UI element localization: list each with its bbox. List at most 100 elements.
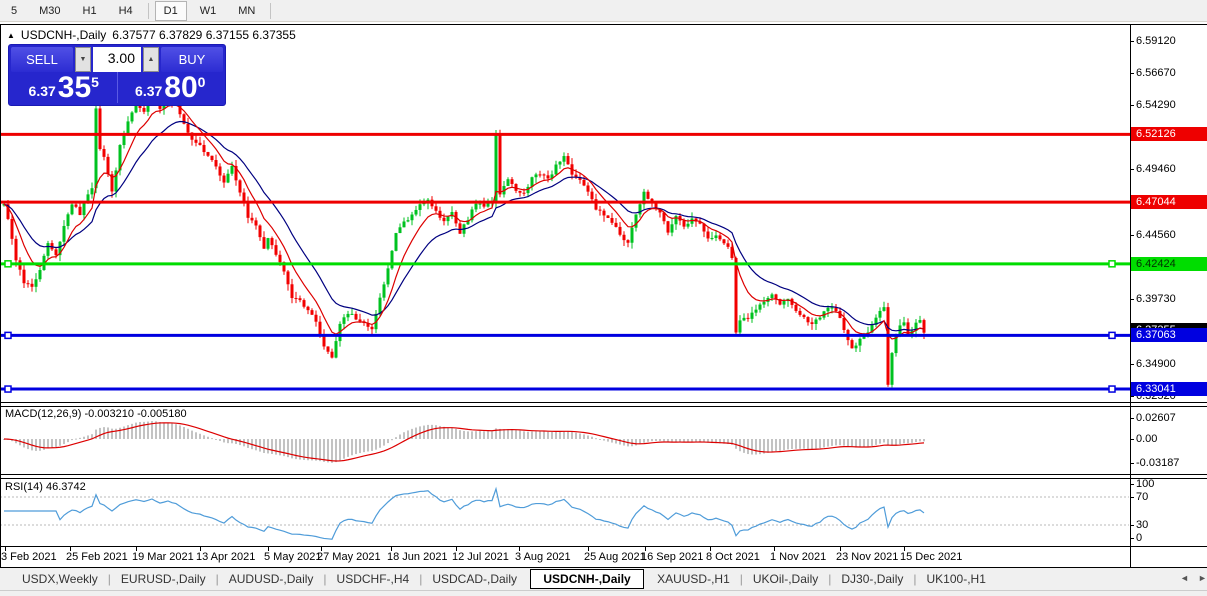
date-axis-label: 1 Nov 2021: [770, 551, 826, 563]
rsi-axis-tick-mark: [1130, 497, 1134, 498]
price-axis-tick: 6.49460: [1136, 163, 1206, 176]
chart-tab-USDCNH-Daily[interactable]: USDCNH-,Daily: [530, 569, 643, 589]
price-axis-tick: 6.54290: [1136, 99, 1206, 112]
date-axis-label: 15 Dec 2021: [900, 551, 962, 563]
buy-price-big-digits: 80: [164, 74, 197, 102]
volume-input[interactable]: 3.00: [93, 47, 141, 72]
rsi-axis-tick-mark: [1130, 538, 1134, 539]
chart-tab-USDX-Weekly[interactable]: USDX,Weekly: [12, 569, 108, 589]
one-click-trade-panel: SELL ▼ 3.00 ▲ BUY 6.37 35 5 6.37 80 0: [8, 44, 226, 106]
price-axis-tick: 6.59120: [1136, 35, 1206, 48]
price-axis-tick: 6.56670: [1136, 67, 1206, 80]
macd-indicator-label: MACD(12,26,9) -0.003210 -0.005180: [5, 408, 187, 420]
price-axis-tick-mark: [1130, 41, 1134, 42]
price-axis-tick: 6.34900: [1136, 358, 1206, 371]
buy-button[interactable]: BUY: [161, 47, 223, 72]
price-axis-tick: 6.39730: [1136, 293, 1206, 306]
macd-panel-bottom-border: [0, 474, 1207, 475]
chart-tab-AUDUSD-Daily[interactable]: AUDUSD-,Daily: [219, 569, 324, 589]
date-axis-label: 19 Mar 2021: [132, 551, 194, 563]
macd-axis-tick-mark: [1130, 439, 1134, 440]
volume-decrease-button[interactable]: ▼: [75, 47, 91, 72]
toolbar-separator: [148, 3, 149, 19]
timeframe-button-H1[interactable]: H1: [74, 1, 106, 21]
date-axis-label: 18 Jun 2021: [387, 551, 448, 563]
collapse-triangle-icon[interactable]: ▲: [7, 31, 15, 40]
price-axis-tick: 6.44560: [1136, 229, 1206, 242]
date-axis-label: 3 Aug 2021: [515, 551, 571, 563]
timeframe-toolbar: 5M30H1H4 D1W1MN: [0, 0, 1207, 22]
rsi-axis-tick: 30: [1136, 519, 1206, 532]
tab-scroll-left-icon[interactable]: ◄: [1180, 573, 1189, 583]
price-axis-tick-mark: [1130, 299, 1134, 300]
chart-ohlc-values: 6.37577 6.37829 6.37155 6.37355: [112, 28, 296, 42]
sell-price-quote[interactable]: 6.37 35 5: [11, 72, 118, 103]
chart-window-top-border: [0, 24, 1207, 25]
timeframe-button-W1[interactable]: W1: [191, 1, 226, 21]
spin-up-icon: ▲: [148, 56, 155, 63]
spin-down-icon: ▼: [80, 56, 87, 63]
price-level-label[interactable]: 6.33041: [1131, 382, 1207, 396]
chart-symbol-period: USDCNH-,Daily: [21, 28, 106, 42]
date-axis-label: 25 Feb 2021: [66, 551, 128, 563]
rsi-axis-tick: 70: [1136, 491, 1206, 504]
buy-price-quote[interactable]: 6.37 80 0: [118, 72, 224, 103]
date-axis-label: 25 Aug 2021: [584, 551, 646, 563]
chart-tab-UKOil-Daily[interactable]: UKOil-,Daily: [743, 569, 828, 589]
rsi-panel-bottom-border: [0, 546, 1207, 547]
price-level-label[interactable]: 6.42424: [1131, 257, 1207, 271]
price-level-label[interactable]: 6.37063: [1131, 328, 1207, 342]
chart-tab-DJ30-Daily[interactable]: DJ30-,Daily: [831, 569, 913, 589]
price-level-label[interactable]: 6.52126: [1131, 127, 1207, 141]
price-axis-tick-mark: [1130, 235, 1134, 236]
buy-price-pipette: 0: [198, 74, 206, 90]
status-strip: [0, 590, 1207, 596]
date-axis-label: 5 May 2021: [264, 551, 321, 563]
timeframe-button-MN[interactable]: MN: [229, 1, 264, 21]
main-panel-bottom-border: [0, 402, 1207, 403]
price-level-label[interactable]: 6.47044: [1131, 195, 1207, 209]
rsi-axis-tick-mark: [1130, 525, 1134, 526]
buy-price-prefix: 6.37: [135, 80, 162, 102]
rsi-axis-tick-mark: [1130, 484, 1134, 485]
chart-window-left-border: [0, 24, 1, 567]
chart-title: ▲ USDCNH-,Daily 6.37577 6.37829 6.37155 …: [7, 28, 296, 42]
chart-tab-UK100-H1[interactable]: UK100-,H1: [917, 569, 996, 589]
tab-scroll-right-icon[interactable]: ►: [1198, 573, 1207, 583]
price-axis-tick-mark: [1130, 364, 1134, 365]
chart-tab-USDCHF-H4[interactable]: USDCHF-,H4: [327, 569, 420, 589]
price-axis-tick-mark: [1130, 73, 1134, 74]
sell-price-big-digits: 35: [58, 74, 91, 102]
sell-price-prefix: 6.37: [29, 80, 56, 102]
macd-axis-tick-mark: [1130, 418, 1134, 419]
macd-axis-tick: 0.00: [1136, 433, 1206, 446]
price-axis-tick-mark: [1130, 169, 1134, 170]
date-axis-label: 16 Sep 2021: [641, 551, 703, 563]
macd-panel-top-border: [0, 406, 1207, 407]
symbol-tab-bar: USDX,Weekly|EURUSD-,Daily|AUDUSD-,Daily|…: [0, 568, 1207, 590]
price-axis-tick-mark: [1130, 105, 1134, 106]
sell-button[interactable]: SELL: [11, 47, 73, 72]
date-axis-label: 27 May 2021: [317, 551, 381, 563]
chart-tab-EURUSD-Daily[interactable]: EURUSD-,Daily: [111, 569, 216, 589]
date-axis-label: 3 Feb 2021: [1, 551, 57, 563]
timeframe-button-H4[interactable]: H4: [110, 1, 142, 21]
date-axis-label: 13 Apr 2021: [196, 551, 255, 563]
volume-increase-button[interactable]: ▲: [143, 47, 159, 72]
date-axis-label: 12 Jul 2021: [452, 551, 509, 563]
timeframe-button-5[interactable]: 5: [2, 1, 26, 21]
chart-tab-XAUUSD-H1[interactable]: XAUUSD-,H1: [647, 569, 740, 589]
rsi-indicator-label: RSI(14) 46.3742: [5, 481, 86, 493]
macd-axis-tick: 0.02607: [1136, 412, 1206, 425]
timeframe-button-D1[interactable]: D1: [155, 1, 187, 21]
timeframe-button-M30[interactable]: M30: [30, 1, 69, 21]
macd-axis-tick-mark: [1130, 463, 1134, 464]
toolbar-separator: [270, 3, 271, 19]
sell-price-pipette: 5: [91, 74, 99, 90]
rsi-axis-tick: 0: [1136, 532, 1206, 545]
rsi-panel-top-border: [0, 478, 1207, 479]
macd-axis-tick: -0.03187: [1136, 457, 1206, 470]
chart-tab-USDCAD-Daily[interactable]: USDCAD-,Daily: [422, 569, 527, 589]
rsi-axis-tick: 100: [1136, 478, 1206, 491]
date-axis-label: 8 Oct 2021: [706, 551, 760, 563]
